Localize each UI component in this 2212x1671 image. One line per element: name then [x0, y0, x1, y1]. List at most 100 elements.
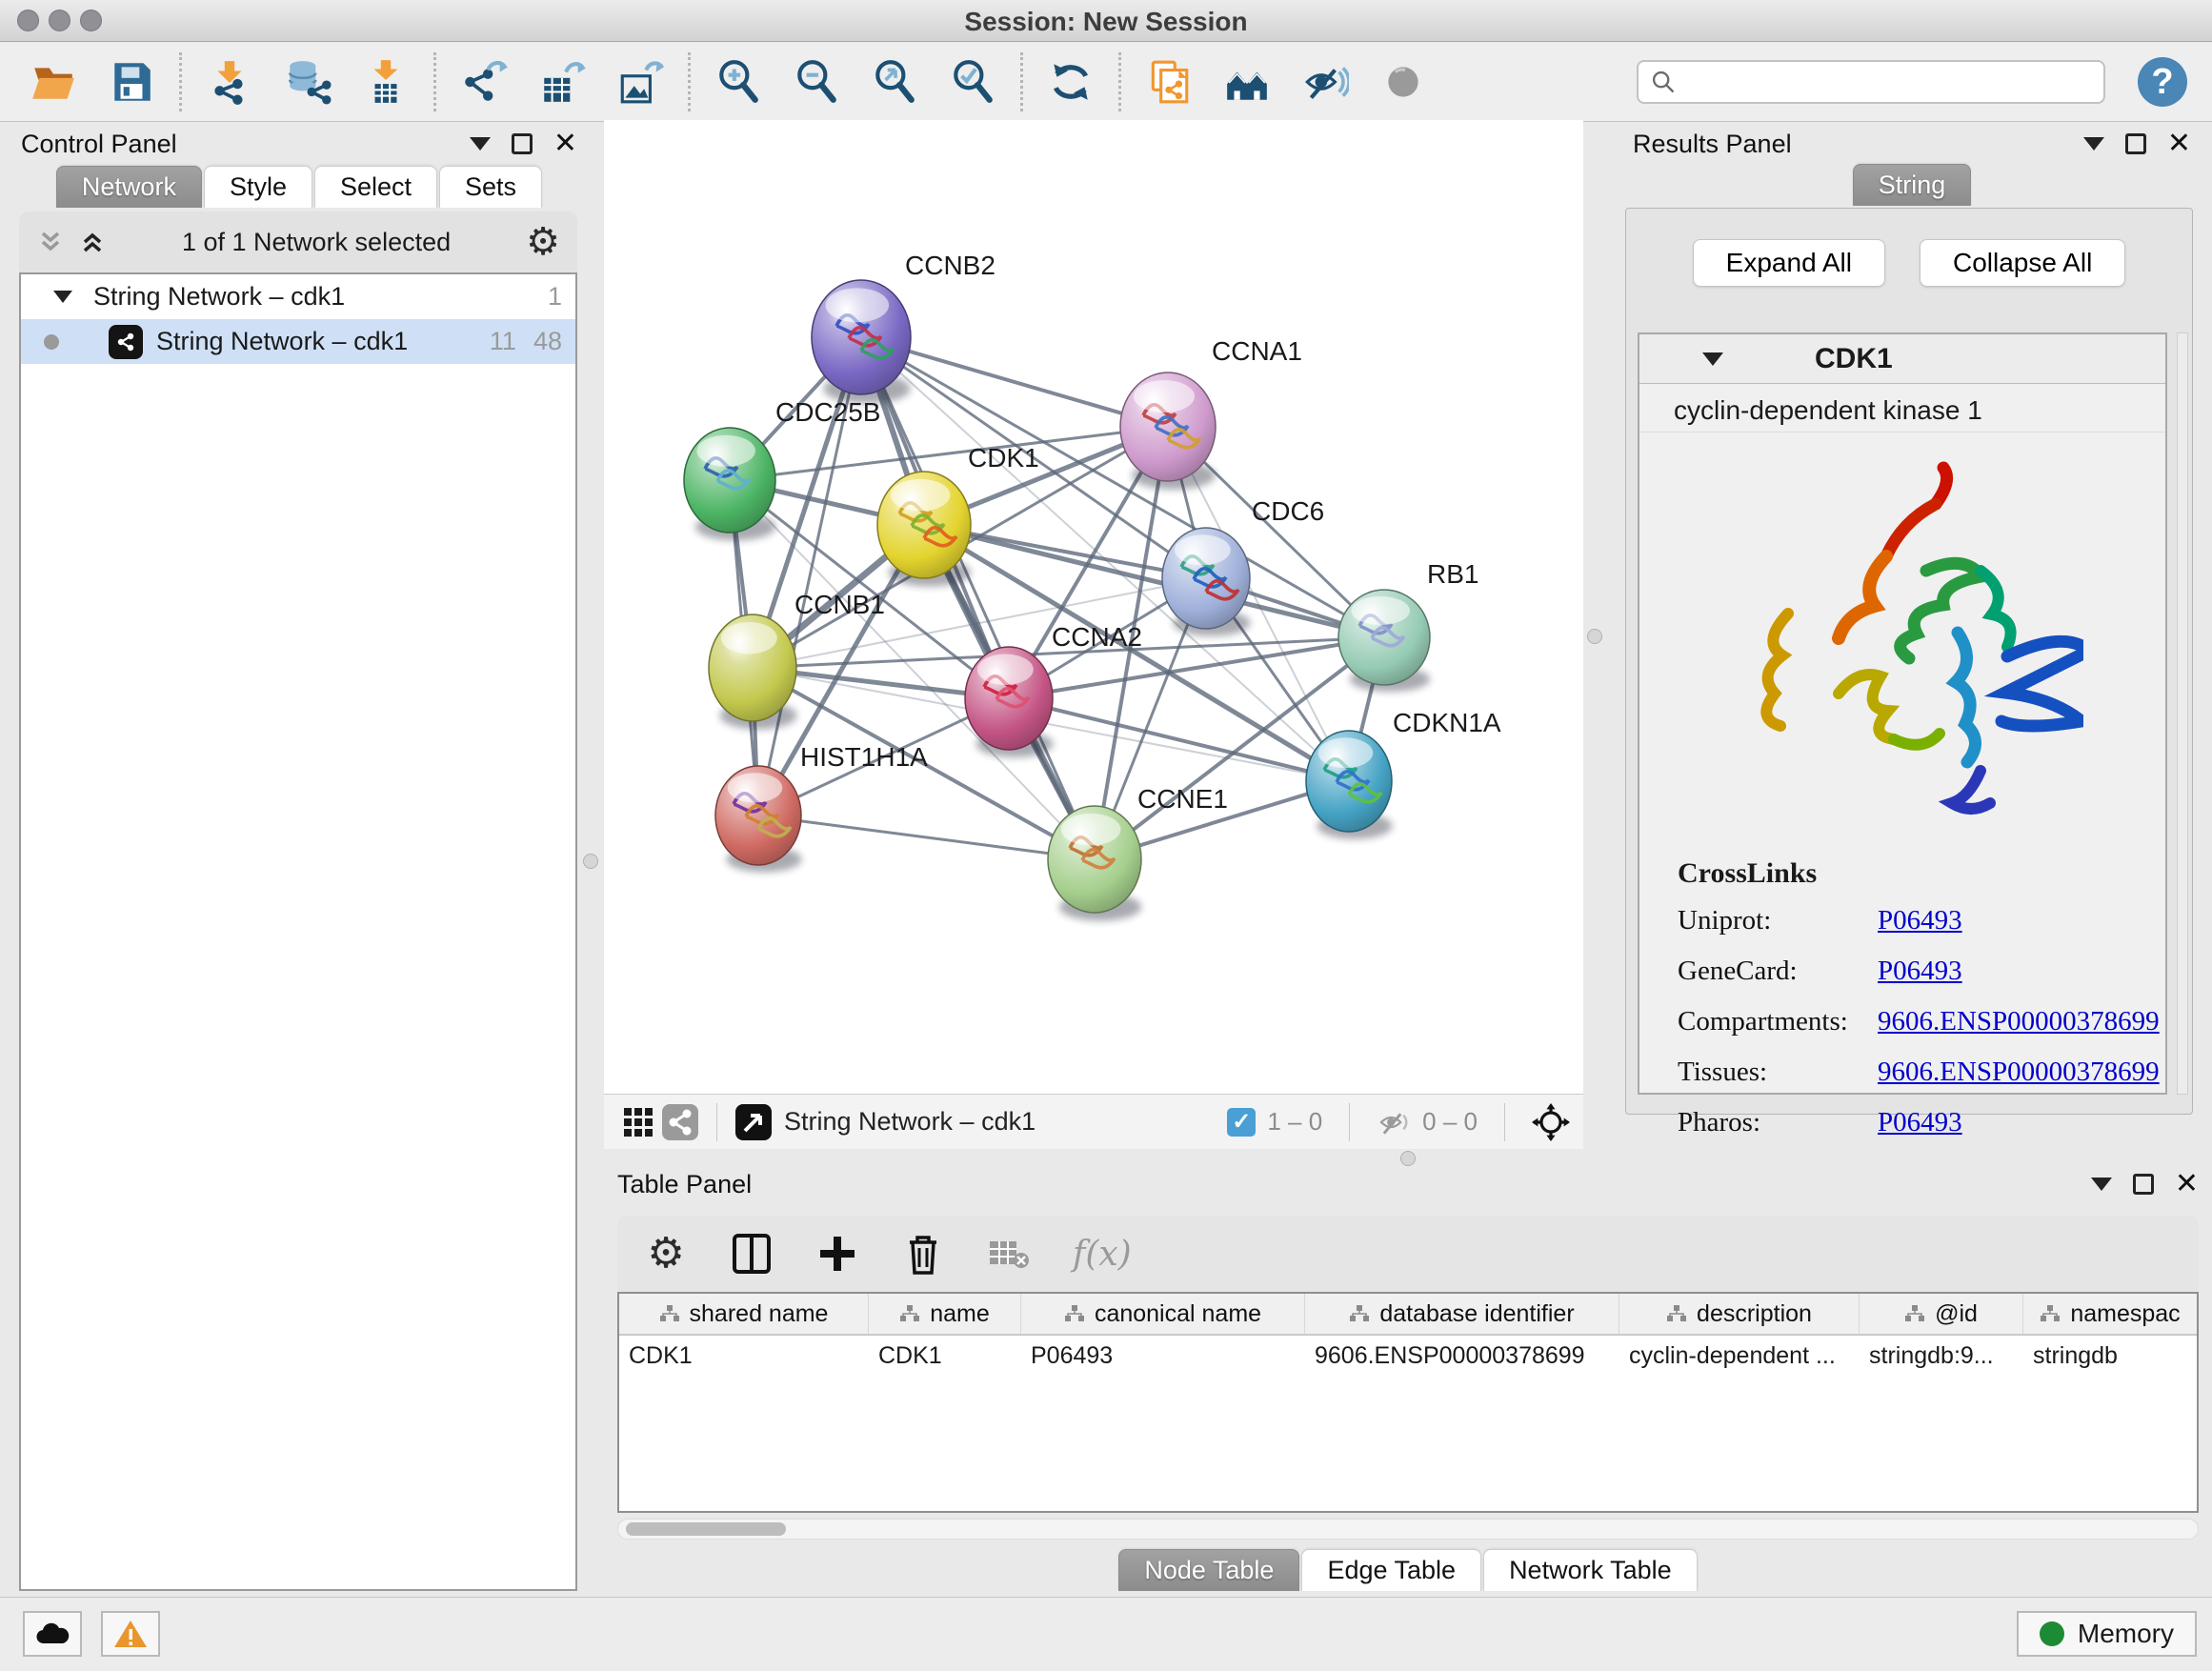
refresh-layout-icon[interactable]	[1046, 57, 1096, 107]
tab-network-table[interactable]: Network Table	[1483, 1549, 1698, 1591]
right-splitter-handle[interactable]	[1587, 629, 1602, 644]
control-panel-float-icon[interactable]	[512, 133, 533, 154]
expand-all-button[interactable]: Expand All	[1693, 239, 1885, 287]
import-network-database-icon[interactable]	[283, 57, 332, 107]
network-edge-count: 48	[533, 327, 562, 356]
zoom-selected-icon[interactable]	[948, 57, 997, 107]
table-panel-close-icon[interactable]: ✕	[2175, 1170, 2199, 1198]
collapse-all-icon[interactable]	[36, 228, 65, 256]
network-edge[interactable]	[861, 337, 1095, 859]
add-column-icon[interactable]	[815, 1232, 859, 1276]
clone-network-icon[interactable]	[1144, 57, 1194, 107]
show-columns-icon[interactable]	[730, 1232, 774, 1276]
table-panel-float-icon[interactable]	[2133, 1174, 2154, 1195]
column-header: description	[1697, 1300, 1812, 1328]
table-row[interactable]: CDK1 CDK1 P06493 9606.ENSP00000378699 cy…	[619, 1336, 2197, 1378]
column-type-icon	[1904, 1304, 1925, 1323]
function-builder-icon[interactable]: f(x)	[1073, 1235, 1132, 1274]
pharos-link[interactable]: P06493	[1878, 1107, 1962, 1138]
tab-style[interactable]: Style	[204, 166, 312, 208]
table-panel-menu-icon[interactable]	[2091, 1178, 2112, 1191]
compartments-link[interactable]: 9606.ENSP00000378699	[1878, 1006, 2160, 1037]
network-node[interactable]: CCNE1	[1048, 784, 1228, 921]
collection-count: 1	[548, 282, 562, 312]
tab-sets[interactable]: Sets	[439, 166, 542, 208]
cell-id: stringdb:9...	[1860, 1336, 2023, 1378]
gene-section-header[interactable]: CDK1	[1639, 334, 2165, 384]
network-options-gear-icon[interactable]: ⚙	[526, 223, 560, 261]
open-session-icon[interactable]	[29, 57, 78, 107]
network-node-count: 11	[490, 327, 516, 356]
cell-shared-name: CDK1	[619, 1336, 869, 1378]
network-selection-status: 1 of 1 Network selected	[107, 228, 526, 257]
save-session-icon[interactable]	[107, 57, 156, 107]
gene-collapse-icon[interactable]	[1702, 352, 1723, 366]
tab-edge-table[interactable]: Edge Table	[1301, 1549, 1481, 1591]
cell-database-identifier: 9606.ENSP00000378699	[1305, 1336, 1619, 1378]
help-button[interactable]: ?	[2138, 57, 2187, 107]
titlebar: Session: New Session	[0, 0, 2212, 42]
network-node-label: CCNA2	[1052, 622, 1142, 652]
network-node-label: HIST1H1A	[800, 742, 928, 772]
network-node[interactable]: CCNB2	[812, 251, 995, 404]
tab-select[interactable]: Select	[314, 166, 437, 208]
expand-all-icon[interactable]	[78, 228, 107, 256]
table-options-gear-icon[interactable]: ⚙	[644, 1232, 688, 1276]
birds-eye-view-icon[interactable]	[733, 1101, 774, 1143]
selected-nodes-checkbox[interactable]: ✓	[1227, 1108, 1256, 1137]
zoom-out-icon[interactable]	[792, 57, 841, 107]
column-header: name	[930, 1300, 990, 1328]
network-view-toolbar: String Network – cdk1 ✓ 1 – 0 0 – 0	[604, 1094, 1583, 1149]
export-table-icon[interactable]	[537, 57, 587, 107]
results-panel-close-icon[interactable]: ✕	[2167, 130, 2191, 158]
network-view[interactable]: CCNB2CCNA1CDC25BCDK1CDC6RB1CCNB1CCNA2CDK…	[604, 120, 1583, 1094]
search-input[interactable]	[1684, 63, 2092, 101]
genecard-link[interactable]: P06493	[1878, 956, 1962, 987]
zoom-in-icon[interactable]	[714, 57, 763, 107]
results-scrollbar[interactable]	[2177, 332, 2188, 1095]
results-panel-float-icon[interactable]	[2125, 133, 2146, 154]
first-neighbors-icon[interactable]	[1222, 57, 1272, 107]
grid-view-icon[interactable]	[617, 1101, 659, 1143]
network-node[interactable]: HIST1H1A	[715, 742, 928, 873]
collapse-all-button[interactable]: Collapse All	[1920, 239, 2125, 287]
network-node-label: CCNE1	[1137, 784, 1228, 814]
tab-string[interactable]: String	[1853, 164, 1972, 206]
show-all-icon[interactable]	[1378, 57, 1428, 107]
network-node-label: CDC25B	[775, 397, 880, 427]
memory-button[interactable]: Memory	[2017, 1611, 2197, 1657]
tissues-link[interactable]: 9606.ENSP00000378699	[1878, 1057, 2160, 1088]
network-graph[interactable]: CCNB2CCNA1CDC25BCDK1CDC6RB1CCNB1CCNA2CDK…	[604, 120, 1583, 1094]
cloud-status-button[interactable]	[23, 1611, 82, 1657]
delete-column-icon[interactable]	[901, 1232, 945, 1276]
tab-node-table[interactable]: Node Table	[1118, 1549, 1299, 1591]
network-node[interactable]: CCNA1	[1120, 336, 1302, 490]
network-view-mode-icon[interactable]	[659, 1101, 701, 1143]
pan-crosshair-icon[interactable]	[1532, 1103, 1570, 1141]
collection-expand-icon[interactable]	[53, 291, 72, 303]
delete-table-icon[interactable]	[987, 1232, 1031, 1276]
network-edge[interactable]	[758, 815, 1095, 859]
export-image-icon[interactable]	[615, 57, 665, 107]
zoom-fit-icon[interactable]	[870, 57, 919, 107]
table-horizontal-scrollbar[interactable]	[617, 1519, 2199, 1540]
uniprot-link[interactable]: P06493	[1878, 905, 1962, 936]
import-network-file-icon[interactable]	[205, 57, 254, 107]
export-network-icon[interactable]	[459, 57, 509, 107]
results-panel-menu-icon[interactable]	[2083, 137, 2104, 151]
search-field[interactable]	[1637, 60, 2105, 104]
hide-selected-icon[interactable]	[1300, 57, 1350, 107]
network-row[interactable]: String Network – cdk1 11 48	[21, 319, 575, 364]
search-icon	[1650, 69, 1677, 95]
control-panel-close-icon[interactable]: ✕	[553, 130, 577, 158]
node-table[interactable]: shared name name canonical name database…	[617, 1292, 2199, 1513]
warnings-button[interactable]	[101, 1611, 160, 1657]
network-node[interactable]: RB1	[1338, 559, 1478, 692]
tab-network[interactable]: Network	[56, 166, 202, 208]
network-node[interactable]: CDKN1A	[1306, 708, 1501, 839]
network-collection-row[interactable]: String Network – cdk1 1	[21, 274, 575, 319]
left-splitter-handle[interactable]	[583, 854, 598, 869]
control-panel-menu-icon[interactable]	[470, 137, 491, 151]
network-node[interactable]: CDC25B	[684, 397, 880, 540]
import-table-icon[interactable]	[361, 57, 411, 107]
